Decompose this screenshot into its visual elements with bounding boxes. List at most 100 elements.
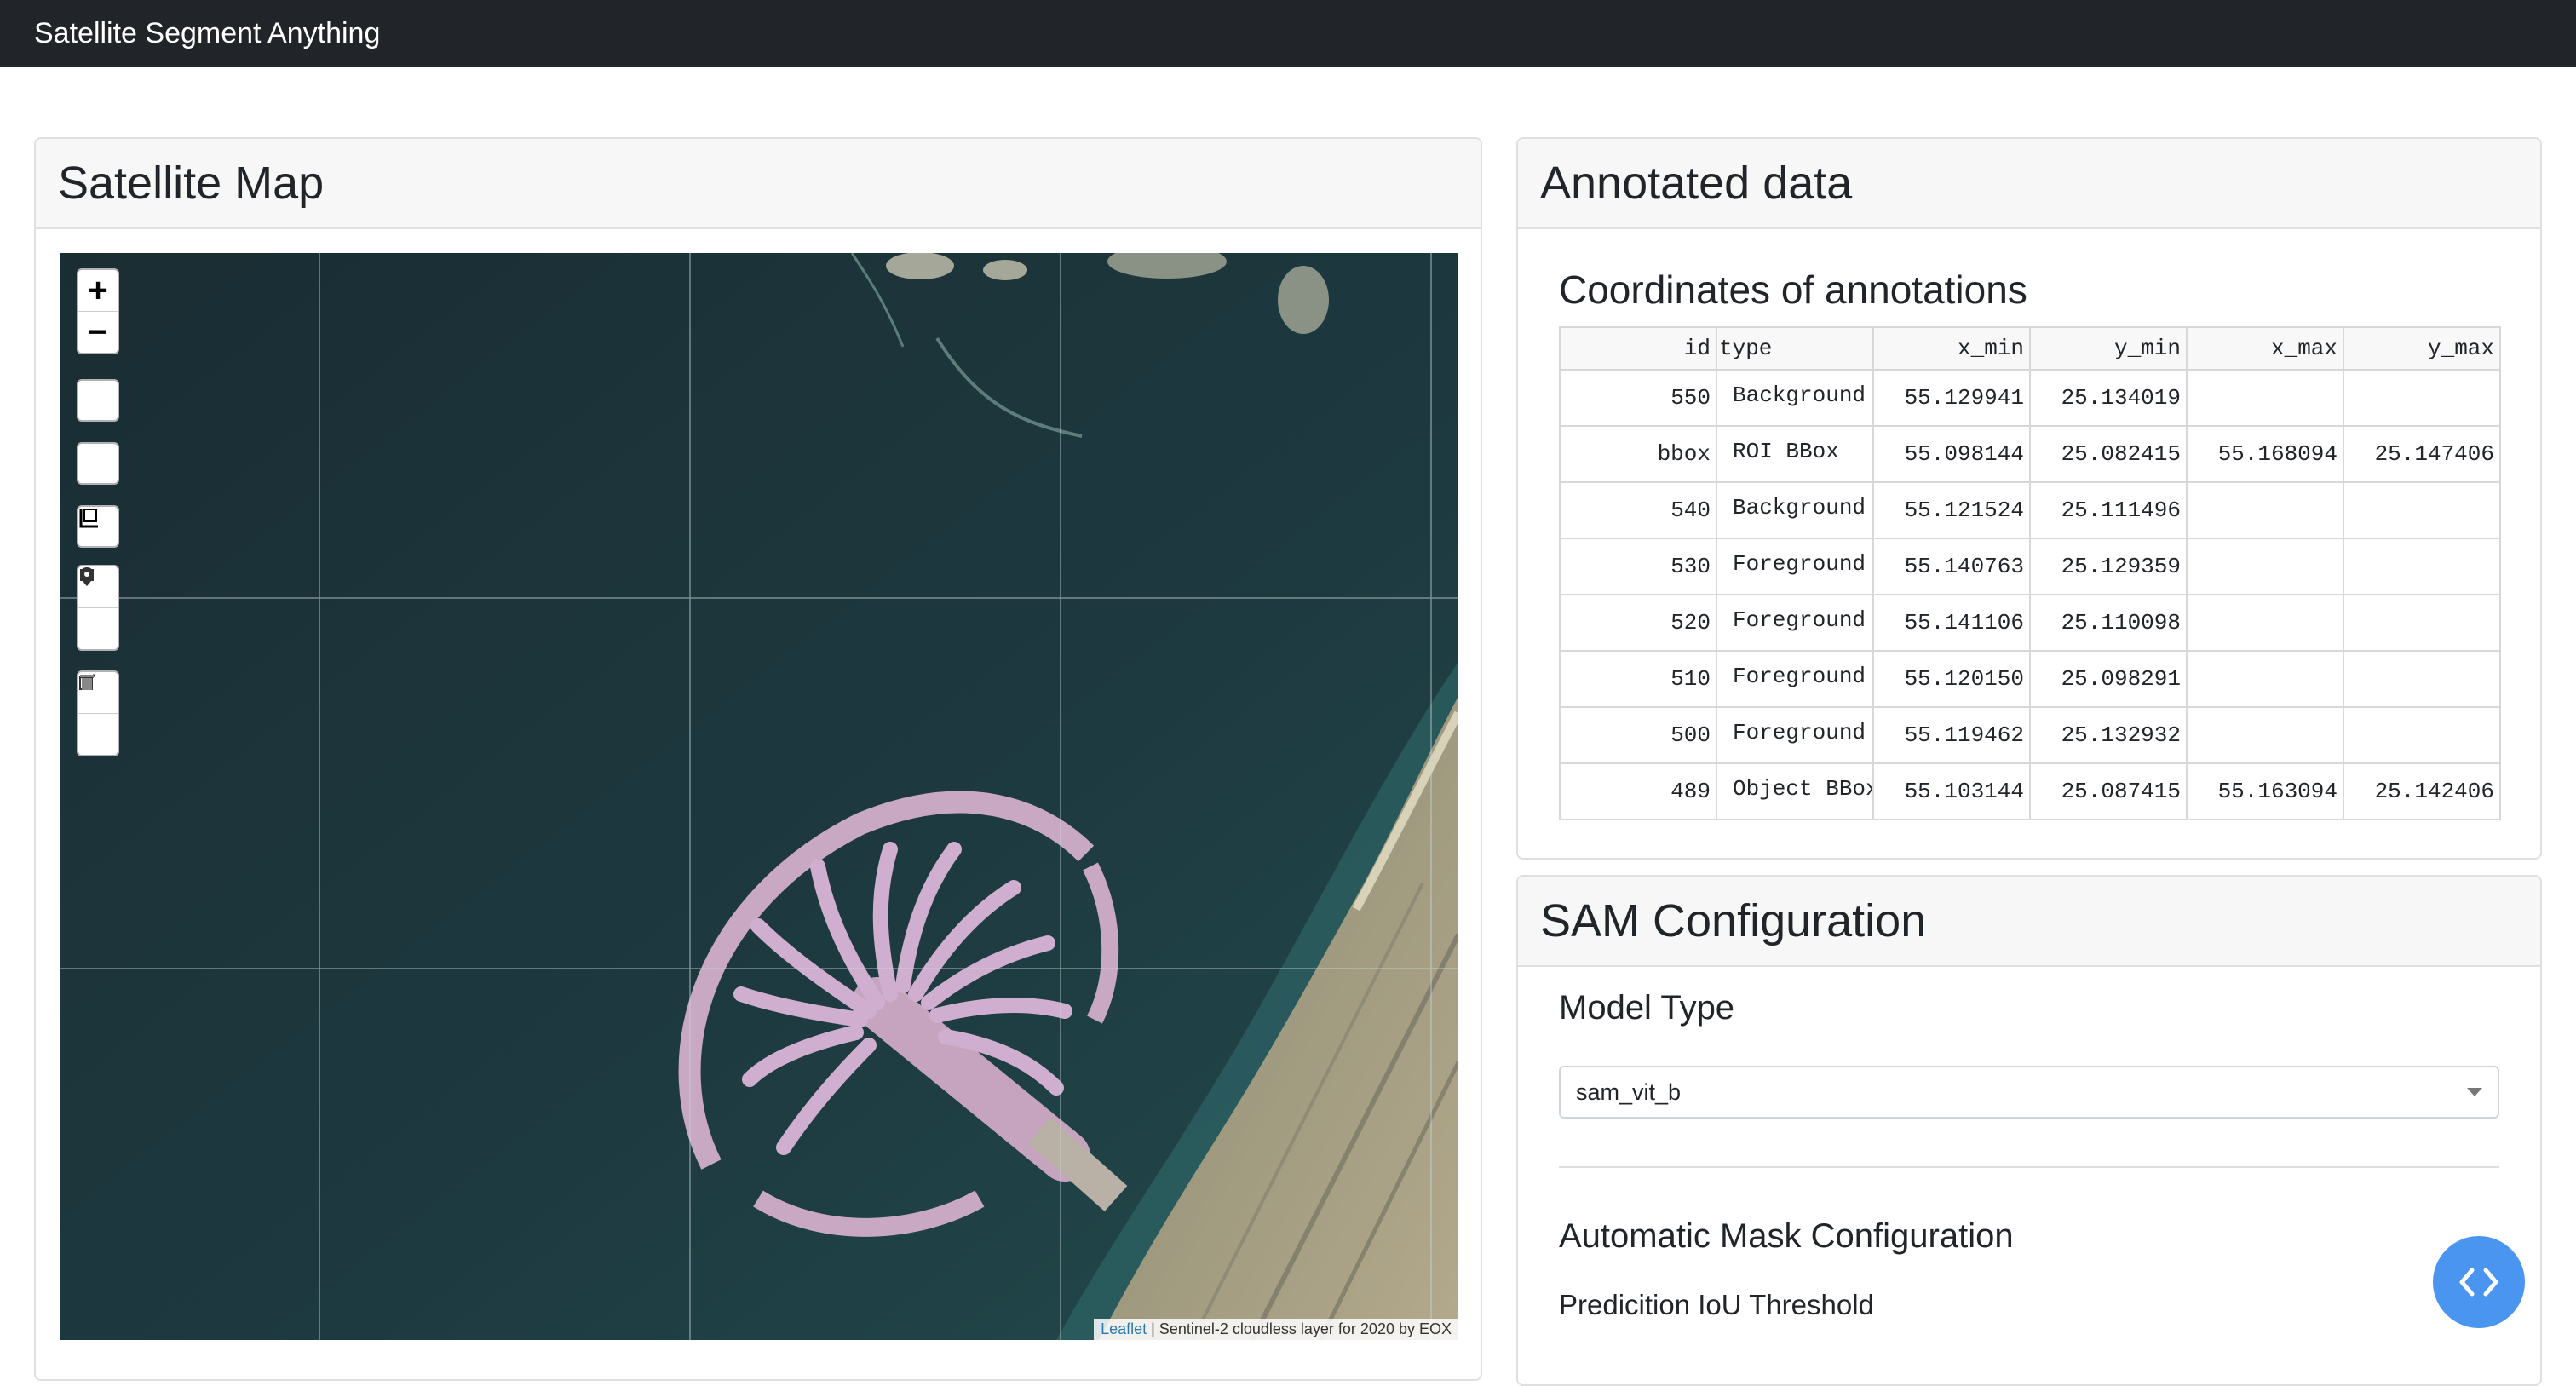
zoom-out-button[interactable]: − bbox=[78, 312, 118, 353]
satellite-map-card: Satellite Map + − Leaflet | Sentinel-2 c… bbox=[34, 137, 1482, 1381]
chevron-down-icon bbox=[2467, 1088, 2482, 1096]
table-header-row: id type x_min y_min x_max y_max bbox=[1559, 326, 2501, 371]
table-cell-y-min[interactable]: 25.134019 bbox=[2029, 369, 2188, 427]
satellite-imagery bbox=[60, 253, 1458, 1340]
table-cell-id[interactable]: 520 bbox=[1559, 594, 1717, 652]
table-cell-id[interactable]: 500 bbox=[1559, 706, 1717, 764]
draw-marker-button[interactable] bbox=[78, 567, 118, 649]
table-cell-x-min[interactable]: 55.098144 bbox=[1872, 425, 2031, 483]
table-cell-type[interactable]: Foreground bbox=[1716, 538, 1874, 595]
automatic-mask-title: Automatic Mask Configuration bbox=[1559, 1217, 2014, 1255]
table-cell-id[interactable]: 510 bbox=[1559, 650, 1717, 708]
table-cell-x-max[interactable] bbox=[2186, 481, 2344, 539]
annotated-data-card: Annotated data Coordinates of annotation… bbox=[1516, 137, 2542, 860]
table-cell-id[interactable]: 530 bbox=[1559, 538, 1717, 595]
table-cell-x-max[interactable]: 55.168094 bbox=[2186, 425, 2344, 483]
table-cell-x-min[interactable]: 55.120150 bbox=[1872, 650, 2031, 708]
zoom-in-button[interactable]: + bbox=[78, 270, 118, 312]
table-cell-x-max[interactable] bbox=[2186, 650, 2344, 708]
divider bbox=[1559, 1166, 2499, 1168]
app-title: Satellite Segment Anything bbox=[34, 17, 381, 49]
marker-icon bbox=[80, 567, 94, 586]
table-cell-x-max[interactable] bbox=[2186, 594, 2344, 652]
map-control-button-2[interactable] bbox=[77, 442, 119, 485]
table-row: 550 Background 55.129941 25.134019 bbox=[1559, 369, 2501, 427]
table-cell-type[interactable]: Object BBox bbox=[1716, 762, 1874, 820]
leaflet-link[interactable]: Leaflet bbox=[1101, 1320, 1147, 1337]
table-cell-y-max[interactable] bbox=[2343, 650, 2501, 708]
navbar: Satellite Segment Anything bbox=[0, 0, 2576, 67]
table-cell-type[interactable]: Background bbox=[1716, 369, 1874, 427]
table-cell-x-max[interactable] bbox=[2186, 538, 2344, 595]
table-cell-y-min[interactable]: 25.098291 bbox=[2029, 650, 2188, 708]
table-cell-y-max[interactable]: 25.147406 bbox=[2343, 425, 2501, 483]
edit-toolbar bbox=[77, 670, 119, 756]
scale-icon bbox=[79, 509, 98, 528]
table-cell-y-min[interactable]: 25.082415 bbox=[2029, 425, 2188, 483]
code-toggle-button[interactable] bbox=[2433, 1236, 2525, 1328]
table-cell-y-max[interactable]: 25.142406 bbox=[2343, 762, 2501, 820]
model-type-value: sam_vit_b bbox=[1576, 1078, 1682, 1105]
table-row: bbox ROI BBox 55.098144 25.082415 55.168094 2… bbox=[1559, 425, 2501, 483]
table-cell-y-max[interactable] bbox=[2343, 481, 2501, 539]
map-control-button-1[interactable] bbox=[77, 379, 119, 422]
table-cell-y-max[interactable] bbox=[2343, 706, 2501, 764]
table-cell-id[interactable]: 489 bbox=[1559, 762, 1717, 820]
table-cell-y-max[interactable] bbox=[2343, 538, 2501, 595]
table-cell-x-min[interactable]: 55.129941 bbox=[1872, 369, 2031, 427]
sam-configuration-card: SAM Configuration Model Type sam_vit_b A… bbox=[1516, 875, 2542, 1386]
table-cell-type[interactable]: ROI BBox bbox=[1716, 425, 1874, 483]
column-header-x-max[interactable]: x_max bbox=[2186, 326, 2344, 371]
zoom-out-icon: − bbox=[88, 313, 108, 351]
table-cell-x-max[interactable]: 55.163094 bbox=[2186, 762, 2344, 820]
table-row: 540 Background 55.121524 25.111496 bbox=[1559, 481, 2501, 539]
table-cell-type[interactable]: Foreground bbox=[1716, 594, 1874, 652]
satellite-map-header: Satellite Map bbox=[36, 139, 1481, 229]
annotations-table: id type x_min y_min x_max y_max 550 Backg… bbox=[1559, 326, 2501, 820]
column-header-type[interactable]: type bbox=[1716, 326, 1874, 371]
table-cell-x-min[interactable]: 55.119462 bbox=[1872, 706, 2031, 764]
zoom-in-icon: + bbox=[88, 272, 108, 309]
table-cell-type[interactable]: Foreground bbox=[1716, 650, 1874, 708]
table-row: 489 Object BBox 55.103144 25.087415 55.16309… bbox=[1559, 762, 2501, 820]
table-cell-x-max[interactable] bbox=[2186, 706, 2344, 764]
table-cell-type[interactable]: Foreground bbox=[1716, 706, 1874, 764]
table-row: 510 Foreground 55.120150 25.098291 bbox=[1559, 650, 2501, 708]
table-cell-y-max[interactable] bbox=[2343, 369, 2501, 427]
table-cell-x-min[interactable]: 55.141106 bbox=[1872, 594, 2031, 652]
table-cell-type[interactable]: Background bbox=[1716, 481, 1874, 539]
table-cell-id[interactable]: 550 bbox=[1559, 369, 1717, 427]
table-row: 520 Foreground 55.141106 25.110098 bbox=[1559, 594, 2501, 652]
iou-threshold-label: Predicition IoU Threshold bbox=[1559, 1289, 1874, 1320]
trash-icon bbox=[80, 675, 94, 690]
table-cell-x-min[interactable]: 55.121524 bbox=[1872, 481, 2031, 539]
table-row: 500 Foreground 55.119462 25.132932 bbox=[1559, 706, 2501, 764]
table-row: 530 Foreground 55.140763 25.129359 bbox=[1559, 538, 2501, 595]
table-cell-id[interactable]: bbox bbox=[1559, 425, 1717, 483]
column-header-x-min[interactable]: x_min bbox=[1872, 326, 2031, 371]
attribution-text: | Sentinel-2 cloudless layer for 2020 by… bbox=[1147, 1320, 1452, 1337]
table-cell-y-min[interactable]: 25.087415 bbox=[2029, 762, 2188, 820]
table-cell-id[interactable]: 540 bbox=[1559, 481, 1717, 539]
map-attribution: Leaflet | Sentinel-2 cloudless layer for… bbox=[1094, 1319, 1458, 1340]
code-icon bbox=[2459, 1268, 2498, 1297]
annotations-subtitle: Coordinates of annotations bbox=[1559, 267, 2027, 312]
table-cell-y-min[interactable]: 25.111496 bbox=[2029, 481, 2188, 539]
satellite-map[interactable]: + − Leaflet | Sentinel-2 cloudless layer… bbox=[60, 253, 1458, 1340]
column-header-y-max[interactable]: y_max bbox=[2343, 326, 2501, 371]
draw-toolbar bbox=[77, 565, 119, 651]
column-header-y-min[interactable]: y_min bbox=[2029, 326, 2188, 371]
column-header-id[interactable]: id bbox=[1559, 326, 1717, 371]
delete-layers-button[interactable] bbox=[78, 675, 118, 755]
table-cell-y-min[interactable]: 25.110098 bbox=[2029, 594, 2188, 652]
table-cell-x-min[interactable]: 55.140763 bbox=[1872, 538, 2031, 595]
table-cell-x-max[interactable] bbox=[2186, 369, 2344, 427]
table-cell-x-min[interactable]: 55.103144 bbox=[1872, 762, 2031, 820]
table-cell-y-max[interactable] bbox=[2343, 594, 2501, 652]
sam-configuration-header: SAM Configuration bbox=[1518, 877, 2540, 967]
scale-button[interactable] bbox=[77, 505, 119, 548]
table-cell-y-min[interactable]: 25.129359 bbox=[2029, 538, 2188, 595]
table-cell-y-min[interactable]: 25.132932 bbox=[2029, 706, 2188, 764]
model-type-select[interactable]: sam_vit_b bbox=[1559, 1066, 2499, 1119]
model-type-label: Model Type bbox=[1559, 989, 1735, 1027]
